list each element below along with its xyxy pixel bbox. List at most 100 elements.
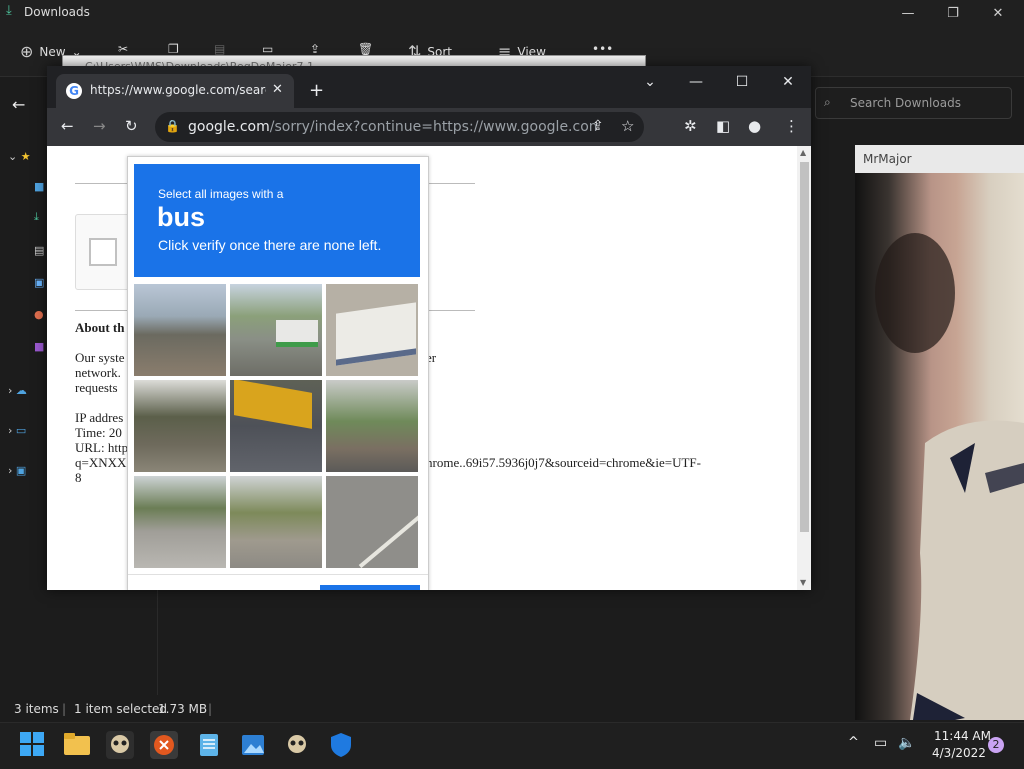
extensions-icon[interactable]: ✲ bbox=[684, 117, 697, 135]
side-panel-icon[interactable]: ◧ bbox=[716, 117, 730, 135]
viewer-title: MrMajor bbox=[863, 152, 912, 166]
page-scrollbar[interactable]: ▲ ▼ bbox=[797, 146, 811, 590]
documents-icon[interactable]: ▤ bbox=[34, 244, 44, 257]
image-tile-1[interactable] bbox=[134, 284, 226, 376]
copy-icon[interactable]: ❐ bbox=[168, 42, 179, 56]
profile-icon[interactable]: ● bbox=[748, 117, 761, 135]
clock-date[interactable]: 4/3/2022 bbox=[932, 746, 986, 760]
query-tail: hrome..69i57.5936j0j7&sourceid=chrome&ie… bbox=[426, 455, 701, 470]
photos-taskbar-icon[interactable] bbox=[239, 731, 267, 759]
minimize-button[interactable]: — bbox=[898, 6, 918, 21]
image-tile-2[interactable] bbox=[230, 284, 322, 376]
chrome-close-button[interactable]: ✕ bbox=[776, 74, 800, 90]
delete-icon[interactable]: 🗑 bbox=[358, 42, 373, 56]
challenge-instruction: Select all images with a bbox=[158, 187, 284, 201]
skull-app-taskbar-icon[interactable] bbox=[106, 731, 134, 759]
desktop-icon[interactable]: ■ bbox=[34, 180, 44, 193]
image-tile-8[interactable] bbox=[230, 476, 322, 568]
recaptcha-challenge: Select all images with a bus Click verif… bbox=[127, 156, 429, 590]
new-tab-button[interactable]: + bbox=[309, 80, 324, 101]
tab-title: https://www.google.com/search? bbox=[90, 83, 266, 97]
volume-icon[interactable]: 🔈 bbox=[898, 735, 915, 751]
notepad-taskbar-icon[interactable] bbox=[195, 731, 223, 759]
error-app-taskbar-icon[interactable] bbox=[150, 731, 178, 759]
address-bar[interactable]: 🔒 google.com/sorry/index?continue=https:… bbox=[155, 112, 644, 142]
tab-search-icon[interactable]: ⌄ bbox=[638, 74, 662, 90]
image-tile-4[interactable] bbox=[134, 380, 226, 472]
onedrive-icon[interactable]: › ☁ bbox=[8, 384, 27, 397]
status-separator: | bbox=[62, 702, 67, 716]
reload-icon[interactable]: ↻ bbox=[125, 117, 138, 135]
clock-time[interactable]: 11:44 AM bbox=[934, 729, 991, 743]
start-button[interactable] bbox=[19, 731, 47, 759]
back-icon[interactable]: ← bbox=[61, 117, 74, 135]
google-favicon-icon: G bbox=[66, 83, 82, 99]
scrollbar-thumb[interactable] bbox=[800, 162, 809, 532]
image-tile-7[interactable] bbox=[134, 476, 226, 568]
restore-button[interactable]: ❐ bbox=[943, 6, 963, 21]
file-explorer-taskbar-icon[interactable] bbox=[63, 731, 91, 759]
close-tab-icon[interactable]: ✕ bbox=[272, 82, 283, 97]
image-tile-9[interactable] bbox=[326, 476, 418, 568]
skull-icon bbox=[288, 735, 306, 753]
cut-icon[interactable]: ✂ bbox=[118, 42, 128, 56]
explorer-title: Downloads bbox=[24, 5, 90, 19]
image-tile-3[interactable] bbox=[326, 284, 418, 376]
network-tray-icon[interactable]: ▭ bbox=[874, 735, 887, 751]
viewer-titlebar[interactable]: MrMajor bbox=[855, 145, 1024, 173]
shield-icon bbox=[331, 733, 351, 757]
music-icon[interactable]: ● bbox=[34, 308, 44, 321]
this-pc-icon[interactable]: › ▭ bbox=[8, 424, 26, 437]
downloads-nav-icon[interactable]: ⤓ bbox=[34, 210, 39, 224]
quick-access-star-icon[interactable]: ⌄ ★ bbox=[8, 150, 31, 163]
photos-icon bbox=[242, 735, 264, 755]
browser-tab[interactable]: G https://www.google.com/search? ✕ bbox=[56, 74, 294, 108]
query-last-line: 8 bbox=[75, 470, 82, 485]
notepad-icon bbox=[200, 734, 218, 756]
taskbar: ^ ▭ 🔈 11:44 AM 4/3/2022 2 bbox=[0, 722, 1024, 769]
network-icon[interactable]: › ▣ bbox=[8, 464, 26, 477]
scroll-up-icon[interactable]: ▲ bbox=[800, 148, 806, 157]
image-tile-6[interactable] bbox=[326, 380, 418, 472]
search-placeholder: Search Downloads bbox=[850, 96, 961, 110]
error-x-icon bbox=[154, 735, 174, 755]
chrome-tab-strip: G https://www.google.com/search? ✕ + ⌄ —… bbox=[47, 66, 811, 108]
rename-icon[interactable]: ▭ bbox=[262, 42, 273, 56]
chrome-minimize-button[interactable]: — bbox=[684, 74, 708, 90]
about-heading: About th bbox=[75, 320, 125, 335]
chevron-up-icon[interactable]: ^ bbox=[848, 735, 859, 750]
recaptcha-checkbox[interactable] bbox=[89, 238, 117, 266]
status-separator: | bbox=[208, 702, 213, 716]
forward-icon[interactable]: → bbox=[93, 117, 106, 135]
query-label: q=XNXX bbox=[75, 455, 127, 470]
items-count: 3 items bbox=[14, 702, 59, 716]
search-input[interactable]: ⌕ Search Downloads bbox=[815, 87, 1012, 119]
share-page-icon[interactable]: ⇪ bbox=[592, 118, 604, 134]
bookmark-star-icon[interactable]: ☆ bbox=[621, 117, 634, 135]
close-button[interactable]: ✕ bbox=[988, 6, 1008, 21]
photo-shapes bbox=[875, 233, 1024, 720]
chrome-window: G https://www.google.com/search? ✕ + ⌄ —… bbox=[47, 66, 811, 590]
share-icon[interactable]: ⇪ bbox=[310, 42, 320, 56]
school-bus-shape bbox=[234, 380, 312, 429]
more-options-icon[interactable]: ••• bbox=[592, 42, 613, 56]
videos-icon[interactable]: ■ bbox=[34, 340, 44, 353]
chrome-maximize-button[interactable]: ☐ bbox=[730, 74, 754, 90]
search-icon: ⌕ bbox=[824, 95, 831, 109]
paste-icon[interactable]: ▤ bbox=[214, 42, 225, 56]
download-icon: ⤓ bbox=[6, 3, 12, 18]
security-taskbar-icon[interactable] bbox=[327, 731, 355, 759]
pictures-icon[interactable]: ▣ bbox=[34, 276, 44, 289]
verify-button[interactable] bbox=[320, 585, 420, 590]
selected-count: 1 item selected bbox=[74, 702, 168, 716]
image-tile-5[interactable] bbox=[230, 380, 322, 472]
skull-app-2-taskbar-icon[interactable] bbox=[283, 731, 311, 759]
selected-size: 1.73 MB bbox=[158, 702, 208, 716]
scroll-down-icon[interactable]: ▼ bbox=[800, 578, 806, 587]
challenge-hint: Click verify once there are none left. bbox=[158, 237, 382, 253]
url-label: URL: http bbox=[75, 440, 129, 455]
time-label: Time: 20 bbox=[75, 425, 122, 440]
back-arrow-icon[interactable]: ← bbox=[12, 95, 25, 114]
chrome-menu-icon[interactable]: ⋮ bbox=[784, 117, 799, 135]
notification-badge[interactable]: 2 bbox=[988, 737, 1004, 753]
